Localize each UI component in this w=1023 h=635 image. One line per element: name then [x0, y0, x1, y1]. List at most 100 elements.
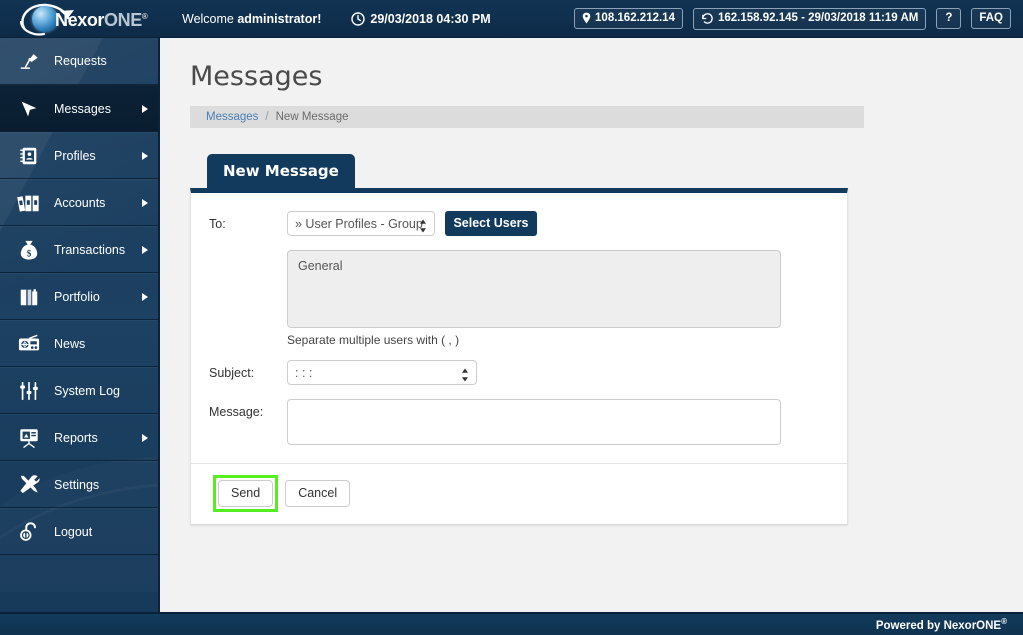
sidebar-item-accounts[interactable]: Accounts	[0, 179, 158, 226]
sidebar-item-label: Transactions	[54, 242, 126, 257]
panel-footer-actions: Send Cancel	[191, 463, 847, 524]
recipients-hint: Separate multiple users with ( , )	[287, 333, 460, 347]
new-message-panel: To: » User Profiles - Group Select Users	[190, 188, 848, 525]
select-users-button[interactable]: Select Users	[445, 211, 537, 236]
sidebar-item-logout[interactable]: Logout	[0, 508, 158, 555]
binders-icon	[14, 190, 44, 216]
sidebar-item-system-log[interactable]: System Log	[0, 367, 158, 414]
application-window: NexorONE® Welcome administrator! 29/03/2…	[0, 0, 1023, 635]
sidebar-item-reports[interactable]: Reports	[0, 414, 158, 461]
form-row-recipients: Separate multiple users with ( , )	[209, 250, 829, 360]
footer-credit-text: Powered by NexorONE	[875, 619, 1002, 632]
recipients-textarea[interactable]	[287, 250, 781, 328]
sidebar-item-label: Reports	[54, 430, 98, 445]
sidebar-item-label: Settings	[54, 477, 100, 492]
sidebar-item-transactions[interactable]: $ Transactions	[0, 226, 158, 273]
welcome-message: Welcome administrator!	[182, 12, 321, 26]
form-gap	[209, 390, 829, 399]
money-bag-icon: $	[14, 237, 44, 263]
chevron-right-icon	[142, 198, 148, 207]
tab-new-message[interactable]: New Message	[207, 154, 355, 189]
recipients-controls: Separate multiple users with ( , )	[287, 250, 781, 360]
clock-icon	[351, 11, 366, 26]
logo-wordmark: NexorONE®	[55, 7, 148, 30]
message-textarea[interactable]	[287, 399, 781, 445]
form-row-message: Message:	[209, 399, 829, 445]
recipients-spacer-label	[209, 250, 287, 256]
chevron-right-icon	[142, 104, 148, 113]
sliders-icon	[14, 378, 44, 404]
current-datetime: 29/03/2018 04:30 PM	[351, 11, 491, 26]
cancel-button[interactable]: Cancel	[285, 480, 351, 507]
sidebar-item-label: Portfolio	[54, 289, 100, 304]
sidebar-item-news[interactable]: News	[0, 320, 158, 367]
desk-lamp-icon	[14, 48, 44, 74]
breadcrumb-link-messages[interactable]: Messages	[206, 111, 258, 123]
chevron-right-icon	[142, 151, 148, 160]
current-datetime-text: 29/03/2018 04:30 PM	[370, 11, 491, 26]
subject-controls: : : :	[287, 360, 477, 390]
to-select-shell: » User Profiles - Group	[287, 211, 435, 241]
logo-text-nexor: Nexor	[55, 9, 105, 30]
page-footer: Powered by NexorONE®	[0, 612, 1023, 635]
send-button-highlight: Send	[213, 475, 279, 512]
send-button[interactable]: Send	[218, 480, 274, 507]
footer-credit: Powered by NexorONE®	[876, 617, 1023, 632]
logo-text-one: ONE	[104, 9, 142, 30]
footer-registered-mark: ®	[1001, 617, 1007, 627]
sidebar-item-requests[interactable]: Requests	[0, 38, 158, 85]
sidebar-item-label: Requests	[54, 54, 107, 68]
to-label: To:	[209, 217, 226, 231]
open-lock-icon	[14, 519, 44, 545]
history-clock-icon	[702, 12, 713, 24]
welcome-username: administrator!	[237, 11, 322, 26]
client-ip-text: 108.162.212.14	[595, 12, 675, 24]
help-button-label: ?	[945, 12, 953, 24]
sidebar-item-label: System Log	[54, 383, 121, 398]
sidebar-item-profiles[interactable]: Profiles	[0, 132, 158, 179]
svg-text:$: $	[27, 248, 32, 258]
form-row-subject: Subject: : : :	[209, 360, 829, 390]
sidebar-item-settings[interactable]: Settings	[0, 461, 158, 508]
to-controls: » User Profiles - Group Select Users	[287, 211, 537, 241]
chevron-right-icon	[142, 245, 148, 254]
sidebar-item-label: Profiles	[54, 148, 96, 163]
faq-button[interactable]: FAQ	[971, 8, 1011, 29]
sidebar-item-label: Logout	[54, 524, 93, 539]
help-button[interactable]: ?	[936, 8, 962, 29]
sidebar-navigation: Requests Messages Profiles Accounts $ Tr…	[0, 38, 160, 612]
chevron-right-icon	[142, 433, 148, 442]
address-book-icon	[14, 143, 44, 169]
subject-label: Subject:	[209, 366, 255, 380]
sidebar-item-messages[interactable]: Messages	[0, 85, 158, 132]
top-header-bar: NexorONE® Welcome administrator! 29/03/2…	[0, 0, 1023, 38]
welcome-prefix: Welcome	[182, 11, 238, 26]
presentation-icon	[14, 425, 44, 451]
faq-button-label: FAQ	[979, 12, 1003, 24]
brand-logo[interactable]: NexorONE®	[0, 0, 170, 38]
last-login-badge: 162.158.92.145 - 29/03/2018 11:19 AM	[692, 7, 927, 30]
subject-select[interactable]: : : :	[287, 360, 477, 385]
sidebar-item-portfolio[interactable]: Portfolio	[0, 273, 158, 320]
form-row-to: To: » User Profiles - Group Select Users	[209, 211, 829, 241]
last-login-text: 162.158.92.145 - 29/03/2018 11:19 AM	[717, 12, 919, 24]
to-select[interactable]: » User Profiles - Group	[287, 211, 435, 236]
logo-registered-mark: ®	[141, 11, 148, 21]
main-content-area: Messages Messages / New Message New Mess…	[162, 38, 1023, 612]
breadcrumb-current: New Message	[275, 111, 349, 123]
new-message-panel-wrapper: New Message To: » User Profiles - Group	[190, 154, 848, 526]
new-message-form: To: » User Profiles - Group Select Users	[191, 193, 847, 463]
message-label: Message:	[209, 405, 264, 419]
page-title: Messages	[190, 61, 323, 92]
breadcrumb: Messages / New Message	[190, 106, 864, 128]
breadcrumb-separator: /	[265, 111, 269, 123]
chevron-right-icon	[142, 292, 148, 301]
sidebar-item-label: News	[54, 336, 86, 351]
client-ip-badge: 108.162.212.14	[574, 8, 683, 29]
cursor-arrow-icon	[14, 96, 44, 122]
sidebar-item-label: Accounts	[54, 195, 106, 210]
tools-icon	[14, 472, 44, 498]
radio-icon	[14, 331, 44, 357]
subject-select-shell: : : :	[287, 360, 477, 390]
sidebar-item-label: Messages	[54, 101, 111, 116]
